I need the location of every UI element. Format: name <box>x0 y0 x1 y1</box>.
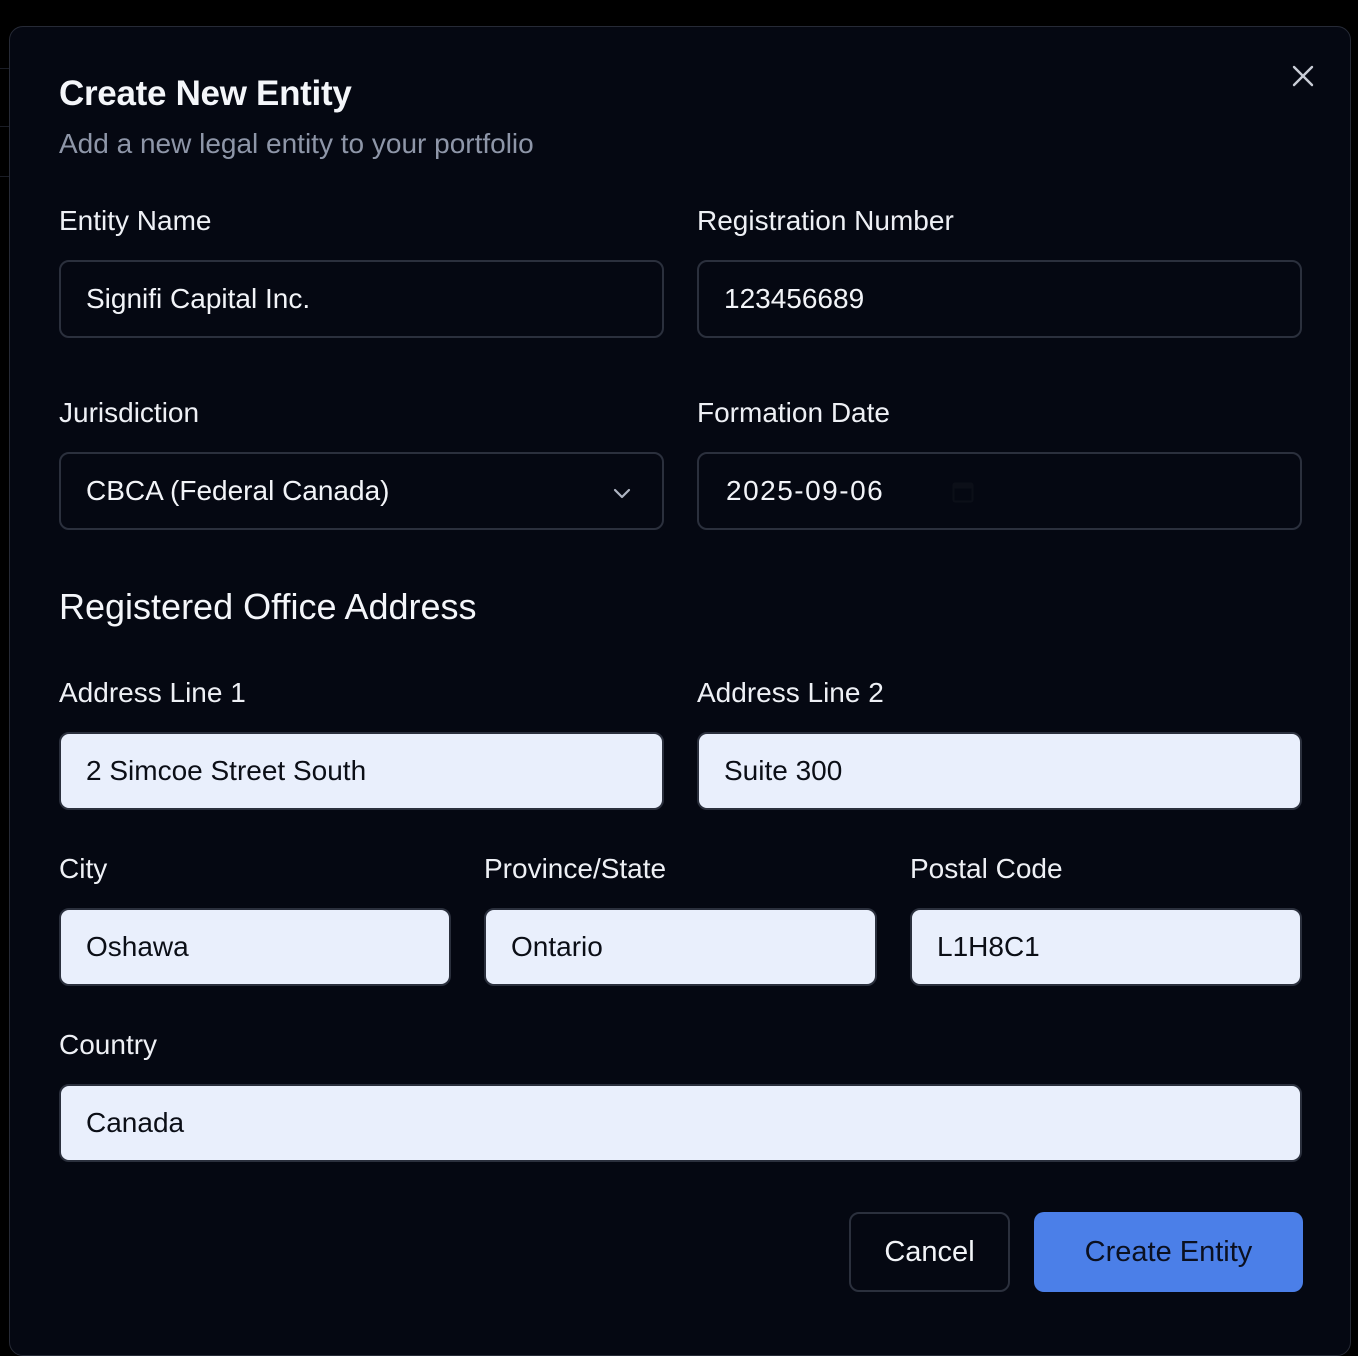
close-button[interactable] <box>1288 61 1318 91</box>
jurisdiction-value: CBCA (Federal Canada) <box>86 475 390 506</box>
address-line-2-value: Suite 300 <box>724 755 843 786</box>
dialog-title: Create New Entity <box>59 74 352 113</box>
postal-code-label: Postal Code <box>910 853 1063 884</box>
province-input[interactable]: Ontario <box>484 908 877 986</box>
province-value: Ontario <box>511 931 603 962</box>
city-input[interactable]: Oshawa <box>59 908 451 986</box>
country-value: Canada <box>86 1107 185 1138</box>
jurisdiction-select[interactable]: CBCA (Federal Canada) <box>59 452 664 530</box>
calendar-icon[interactable] <box>951 480 975 504</box>
postal-code-input[interactable]: L1H8C1 <box>910 908 1302 986</box>
chevron-down-icon <box>613 488 631 499</box>
close-icon <box>1292 65 1314 87</box>
address-line-2-label: Address Line 2 <box>697 677 884 708</box>
formation-date-label: Formation Date <box>697 397 890 428</box>
registration-number-value: 123456689 <box>724 283 865 314</box>
entity-name-value: Signifi Capital Inc. <box>86 283 311 314</box>
address-line-1-input[interactable]: 2 Simcoe Street South <box>59 732 664 810</box>
postal-code-value: L1H8C1 <box>937 931 1040 962</box>
formation-date-input[interactable]: 2025-09-06 <box>697 452 1302 530</box>
entity-name-label: Entity Name <box>59 205 212 236</box>
country-label: Country <box>59 1029 158 1060</box>
jurisdiction-label: Jurisdiction <box>59 397 200 428</box>
country-input[interactable]: Canada <box>59 1084 1302 1162</box>
dialog-subtitle: Add a new legal entity to your portfolio <box>59 128 534 159</box>
address-line-1-value: 2 Simcoe Street South <box>86 755 367 786</box>
registration-number-input[interactable]: 123456689 <box>697 260 1302 338</box>
city-label: City <box>59 853 108 884</box>
create-entity-button[interactable]: Create Entity <box>1034 1212 1303 1292</box>
city-value: Oshawa <box>86 931 189 962</box>
create-entity-dialog: Create New Entity Add a new legal entity… <box>9 26 1351 1356</box>
address-section-title: Registered Office Address <box>59 586 477 627</box>
province-label: Province/State <box>484 853 667 884</box>
formation-date-value: 2025-09-06 <box>726 475 885 506</box>
entity-name-input[interactable]: Signifi Capital Inc. <box>59 260 664 338</box>
cancel-button[interactable]: Cancel <box>849 1212 1010 1292</box>
registration-number-label: Registration Number <box>697 205 954 236</box>
address-line-2-input[interactable]: Suite 300 <box>697 732 1302 810</box>
address-line-1-label: Address Line 1 <box>59 677 246 708</box>
